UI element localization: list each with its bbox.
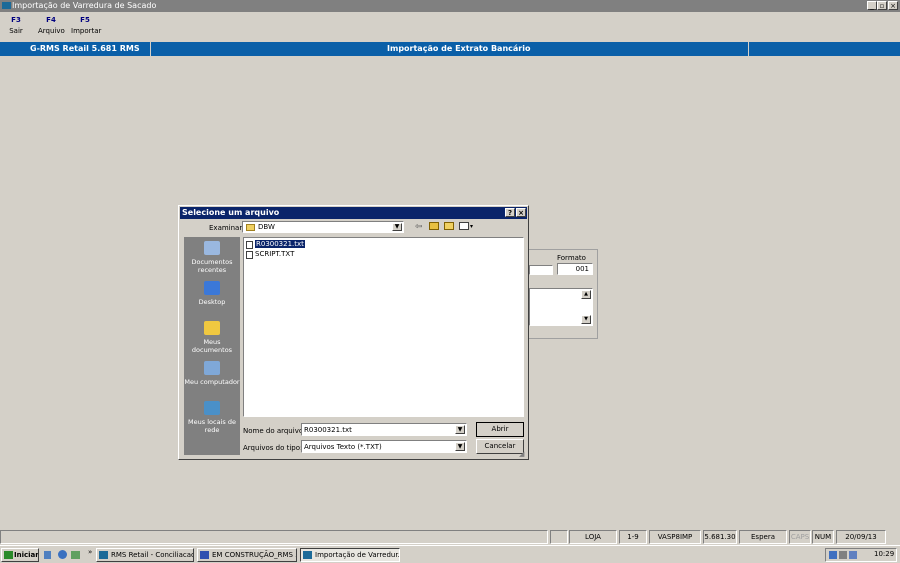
filename-input[interactable]: R0300321.txt ▼ <box>301 423 467 436</box>
look-in-label: Examinar: <box>209 224 245 232</box>
place-network[interactable]: Meus locais de rede <box>184 401 240 434</box>
text-file-icon <box>246 251 253 259</box>
tray-icon[interactable] <box>849 551 857 559</box>
status-num: NUM <box>812 530 834 544</box>
place-desktop[interactable]: Desktop <box>184 281 240 306</box>
status-version: 5.681.30 <box>703 530 737 544</box>
quicklaunch-icon[interactable] <box>44 551 51 559</box>
my-documents-icon <box>204 321 220 335</box>
file-open-dialog: Selecione um arquivo ? × Examinar: DBW ▼… <box>178 205 529 460</box>
browser-icon[interactable] <box>58 550 67 559</box>
desktop-icon <box>204 281 220 295</box>
file-list[interactable]: R0300321.txt SCRIPT.TXT <box>243 237 524 417</box>
place-my-documents[interactable]: Meus documentos <box>184 321 240 354</box>
module-title: Importação de Extrato Bancário <box>387 44 531 53</box>
quicklaunch-icon[interactable] <box>71 551 80 559</box>
open-button[interactable]: Abrir <box>476 422 524 437</box>
cancel-button[interactable]: Cancelar <box>476 439 524 454</box>
chevron-down-icon[interactable]: ▼ <box>455 442 465 451</box>
view-menu-chevron-icon[interactable]: ▾ <box>470 223 473 230</box>
divider <box>150 42 151 56</box>
status-date: 20/09/13 <box>836 530 886 544</box>
file-name: SCRIPT.TXT <box>255 250 295 258</box>
window-title: Importação de Varredura de Sacado <box>12 1 157 10</box>
dialog-title: Selecione um arquivo <box>182 208 280 217</box>
background-textarea[interactable]: ▲ ▼ <box>529 288 593 326</box>
recent-documents-icon <box>204 241 220 255</box>
tray-icon[interactable] <box>829 551 837 559</box>
status-bar: LOJA 1-9 VASP8IMP 5.681.30 Espera CAPS N… <box>0 530 900 544</box>
minimize-button[interactable]: _ <box>867 1 877 10</box>
divider <box>748 42 749 56</box>
chevron-down-icon[interactable]: ▼ <box>455 425 465 434</box>
document-icon <box>200 551 209 559</box>
view-menu-icon[interactable] <box>459 222 469 230</box>
text-file-icon <box>246 241 253 249</box>
close-button[interactable]: × <box>888 1 898 10</box>
windows-logo-icon <box>4 551 13 559</box>
scroll-up-button[interactable]: ▲ <box>581 290 591 299</box>
status-program: VASP8IMP <box>649 530 701 544</box>
scroll-down-button[interactable]: ▼ <box>581 315 591 324</box>
chevron-down-icon[interactable]: ▼ <box>392 223 402 231</box>
formato-field[interactable]: 001 <box>557 263 593 275</box>
background-field[interactable] <box>529 265 553 275</box>
toolbar-button-arquivo[interactable]: F4 Arquivo <box>38 16 65 35</box>
filetype-label: Arquivos do tipo: <box>243 444 303 452</box>
new-folder-icon[interactable] <box>444 222 454 230</box>
up-folder-icon[interactable] <box>429 222 439 230</box>
my-computer-icon <box>204 361 220 375</box>
file-name: R0300321.txt <box>255 240 305 248</box>
status-message <box>0 530 548 544</box>
app-icon <box>2 2 11 9</box>
app-icon <box>303 551 312 559</box>
status-range: 1-9 <box>619 530 647 544</box>
places-bar: Documentos recentes Desktop Meus documen… <box>184 237 240 455</box>
filetype-select[interactable]: Arquivos Texto (*.TXT) ▼ <box>301 440 467 453</box>
look-in-value: DBW <box>258 223 275 231</box>
toolbar-button-sair[interactable]: F3 Sair <box>6 16 26 35</box>
taskbar: Iniciar » RMS Retail - Conciliacao ... E… <box>0 545 900 563</box>
look-in-combo[interactable]: DBW ▼ <box>242 221 404 233</box>
place-recent-documents[interactable]: Documentos recentes <box>184 241 240 274</box>
app-icon <box>99 551 108 559</box>
back-icon[interactable]: ⇦ <box>415 222 423 232</box>
app-version-label: G-RMS Retail 5.681 RMS <box>30 44 140 53</box>
start-button[interactable]: Iniciar <box>1 548 39 562</box>
network-places-icon <box>204 401 220 415</box>
status-loja: LOJA <box>569 530 617 544</box>
dialog-close-button[interactable]: × <box>516 208 526 217</box>
formato-label: Formato <box>557 254 586 262</box>
folder-icon <box>246 224 255 231</box>
resize-grip-icon[interactable]: ◢ <box>519 450 524 458</box>
window-title-bar: Importação de Varredura de Sacado _ ▫ × <box>0 0 900 12</box>
taskbar-item-importacao[interactable]: Importação de Varredur... <box>300 548 400 562</box>
status-caps: CAPS <box>789 530 811 544</box>
more-icon[interactable]: » <box>88 548 92 556</box>
maximize-button[interactable]: ▫ <box>877 1 887 10</box>
toolbar-button-importar[interactable]: F5 Importar <box>71 16 101 35</box>
taskbar-item-rms-conciliacao[interactable]: RMS Retail - Conciliacao ... <box>96 548 194 562</box>
clock[interactable]: 10:29 <box>874 550 894 558</box>
status-state: Espera <box>739 530 787 544</box>
system-tray: 10:29 <box>825 548 897 562</box>
background-form-panel: Formato 001 ▲ ▼ <box>528 249 598 339</box>
place-my-computer[interactable]: Meu computador <box>184 361 240 386</box>
dialog-title-bar: Selecione um arquivo ? × <box>180 207 527 219</box>
filename-label: Nome do arquivo: <box>243 427 306 435</box>
status-icon <box>550 530 568 544</box>
taskbar-item-em-construcao[interactable]: EM CONSTRUÇÃO_RMS ... <box>197 548 297 562</box>
module-header: G-RMS Retail 5.681 RMS Importação de Ext… <box>0 42 900 56</box>
tray-icon[interactable] <box>839 551 847 559</box>
help-button[interactable]: ? <box>505 208 515 217</box>
